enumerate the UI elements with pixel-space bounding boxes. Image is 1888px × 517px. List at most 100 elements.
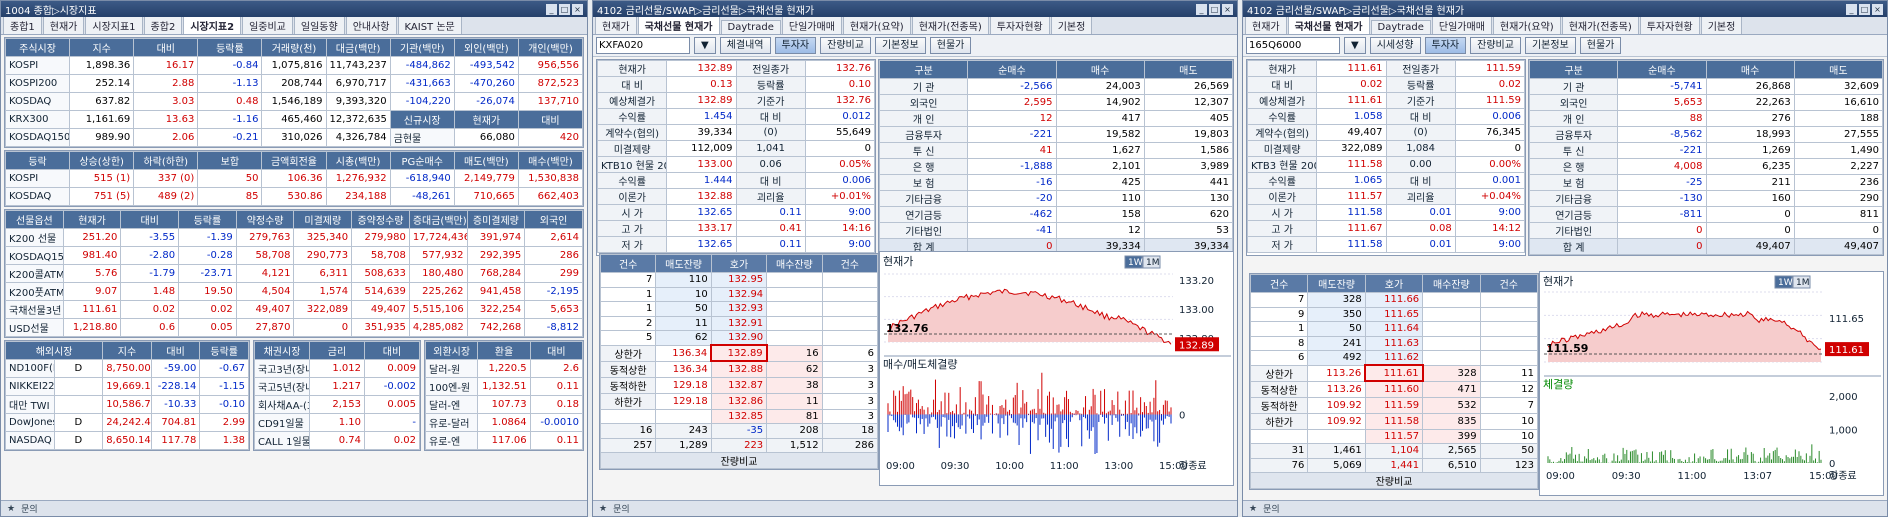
column-header[interactable]: 금리 (309, 341, 365, 360)
bid-price[interactable]: 132.85 (710, 408, 768, 424)
window-title-bar[interactable]: 1004 종합▷시장지표 _ □ × (1, 1, 587, 17)
close-icon[interactable]: × (1222, 3, 1233, 15)
column-header[interactable]: 증약정수량 (351, 210, 410, 229)
column-header[interactable]: 대비 (364, 341, 420, 360)
tab-item[interactable]: 현재가(요약) (842, 17, 911, 34)
tab-item[interactable]: 국채선물 현재가 (1287, 17, 1370, 34)
dropdown-icon[interactable]: ▼ (1344, 37, 1366, 54)
column-header[interactable]: 시총(백만) (325, 151, 391, 170)
column-header[interactable]: 금액회전율 (261, 151, 327, 170)
column-header[interactable]: 대금(백만) (325, 38, 391, 57)
ask-price[interactable]: 111.64 (1364, 321, 1424, 337)
column-header[interactable]: 해외시장 (4, 341, 104, 360)
column-header[interactable]: 매도 (1143, 60, 1234, 79)
column-header[interactable]: 하락(하한) (133, 151, 199, 170)
price-chart[interactable]: 현재가 1W 1M 111.65 111.59 111.61 체결량 2,000 1,000 0 0… (1539, 271, 1884, 496)
bid-price[interactable]: 111.59 (1364, 396, 1424, 414)
bid-price[interactable]: 111.61 (1364, 364, 1424, 382)
ask-price[interactable]: 132.90 (710, 330, 768, 346)
maximize-icon[interactable]: □ (1859, 3, 1870, 15)
tab-item[interactable]: 시장지표1 (85, 17, 143, 34)
bid-price[interactable]: 132.86 (710, 392, 768, 410)
tab-item[interactable]: 단일가매매 (1431, 17, 1492, 34)
toolbar-button[interactable]: 현물가 (929, 37, 972, 54)
ask-price[interactable]: 111.63 (1364, 335, 1424, 351)
toolbar-button[interactable]: 잔량비교 (820, 37, 871, 54)
toolbar-button[interactable]: 체결내역 (719, 37, 771, 54)
column-header[interactable]: 매도잔량 (655, 254, 712, 273)
column-header[interactable]: 호가 (710, 254, 768, 273)
column-header[interactable]: 건수 (1479, 274, 1539, 293)
tab-item[interactable]: 기본정 (1050, 17, 1093, 34)
price-chart[interactable]: 현재가1W1M133.20133.00132.80132.76132.89매수/… (879, 251, 1234, 486)
bid-price[interactable]: 132.87 (710, 376, 768, 394)
column-header[interactable]: 약정수량 (235, 210, 295, 229)
column-header[interactable]: 건수 (821, 254, 879, 273)
tab-item[interactable]: 단일가매매 (781, 17, 842, 34)
column-header[interactable]: 미결제량 (293, 210, 353, 229)
tab-item[interactable]: Daytrade (720, 20, 781, 34)
column-header[interactable]: PG순매수 (389, 151, 455, 170)
remaining-compare-button[interactable]: 잔량비교 (600, 452, 878, 469)
tab-item[interactable]: 현재가(전종목) (911, 17, 989, 34)
tab-item[interactable]: 안내사항 (345, 17, 397, 34)
inquiry-label[interactable]: 문의 (613, 502, 630, 515)
column-header[interactable]: 대비 (150, 341, 201, 360)
column-header[interactable]: 외인(백만) (453, 38, 519, 57)
star-icon[interactable]: ★ (599, 504, 607, 514)
column-header[interactable]: 매수잔량 (1422, 274, 1481, 293)
column-header[interactable]: 증대금(백만) (408, 210, 468, 229)
close-icon[interactable]: × (1872, 3, 1883, 15)
toolbar-button[interactable]: 시세성향 (1369, 37, 1421, 54)
column-header[interactable]: 건수 (599, 254, 657, 273)
column-header[interactable]: 등락 (4, 151, 71, 170)
tab-item[interactable]: 투자자현황 (989, 17, 1050, 34)
column-header[interactable]: 매도잔량 (1307, 274, 1366, 293)
column-header[interactable]: 매수(백만) (517, 151, 584, 170)
close-icon[interactable]: × (572, 3, 583, 15)
column-header[interactable]: 거래량(천) (261, 38, 327, 57)
column-header[interactable]: 등락률 (199, 341, 249, 360)
toolbar-button[interactable]: 투자자 (1424, 37, 1467, 54)
ask-price[interactable]: 132.93 (710, 301, 768, 317)
tab-item[interactable]: Daytrade (1370, 20, 1431, 34)
tab-item[interactable]: 현재가 (42, 17, 85, 34)
column-header[interactable]: 보합 (197, 151, 263, 170)
toolbar-button[interactable]: 기본정보 (874, 37, 926, 54)
column-header[interactable]: 순매수 (967, 60, 1057, 79)
tab-item[interactable]: 시장지표2 (183, 17, 242, 34)
tab-item[interactable]: 국채선물 현재가 (637, 17, 720, 34)
minimize-icon[interactable]: _ (546, 3, 557, 15)
window-title-bar[interactable]: 4102 금리선물/SWAP▷금리선물▷국채선물 현재가 _ □ × (593, 1, 1237, 17)
tab-item[interactable]: 투자자현황 (1639, 17, 1700, 34)
column-header[interactable]: 외국인 (524, 210, 583, 229)
minimize-icon[interactable]: _ (1196, 3, 1207, 15)
bid-price[interactable]: 132.89 (710, 344, 768, 362)
tab-item[interactable]: 종합1 (3, 17, 42, 34)
maximize-icon[interactable]: □ (559, 3, 570, 15)
bid-price[interactable]: 111.58 (1364, 412, 1424, 430)
tab-item[interactable]: 현재가(요약) (1492, 17, 1561, 34)
column-header[interactable]: 매도(백만) (453, 151, 519, 170)
star-icon[interactable]: ★ (7, 504, 15, 514)
toolbar-button[interactable]: 현물가 (1579, 37, 1622, 54)
tab-item[interactable]: 일일동향 (293, 17, 345, 34)
toolbar-button[interactable]: 기본정보 (1524, 37, 1576, 54)
tab-item[interactable]: 기본정 (1700, 17, 1743, 34)
column-header[interactable]: 상승(상한) (69, 151, 135, 170)
column-header[interactable]: 현재가 (62, 210, 122, 229)
column-header[interactable]: 대비 (120, 210, 180, 229)
column-header[interactable]: 채권시장 (254, 341, 310, 360)
column-header[interactable]: 선물옵션 (5, 210, 64, 229)
code-input[interactable]: 165Q6000 (1246, 37, 1340, 54)
column-header[interactable]: 지수 (69, 38, 135, 57)
tab-item[interactable]: 일중비교 (242, 17, 293, 34)
window-title-bar[interactable]: 4102 금리선물/SWAP▷금리선물▷국채선물 현재가 _ □ × (1243, 1, 1887, 17)
tab-item[interactable]: 현재가 (1245, 17, 1287, 34)
column-header[interactable]: 외환시장 (424, 341, 479, 360)
ask-price[interactable]: 132.95 (710, 272, 768, 288)
ask-price[interactable]: 111.62 (1364, 350, 1424, 366)
column-header[interactable]: 지수 (102, 341, 152, 360)
bid-price[interactable]: 111.60 (1364, 380, 1424, 398)
column-header[interactable]: 호가 (1364, 274, 1424, 293)
